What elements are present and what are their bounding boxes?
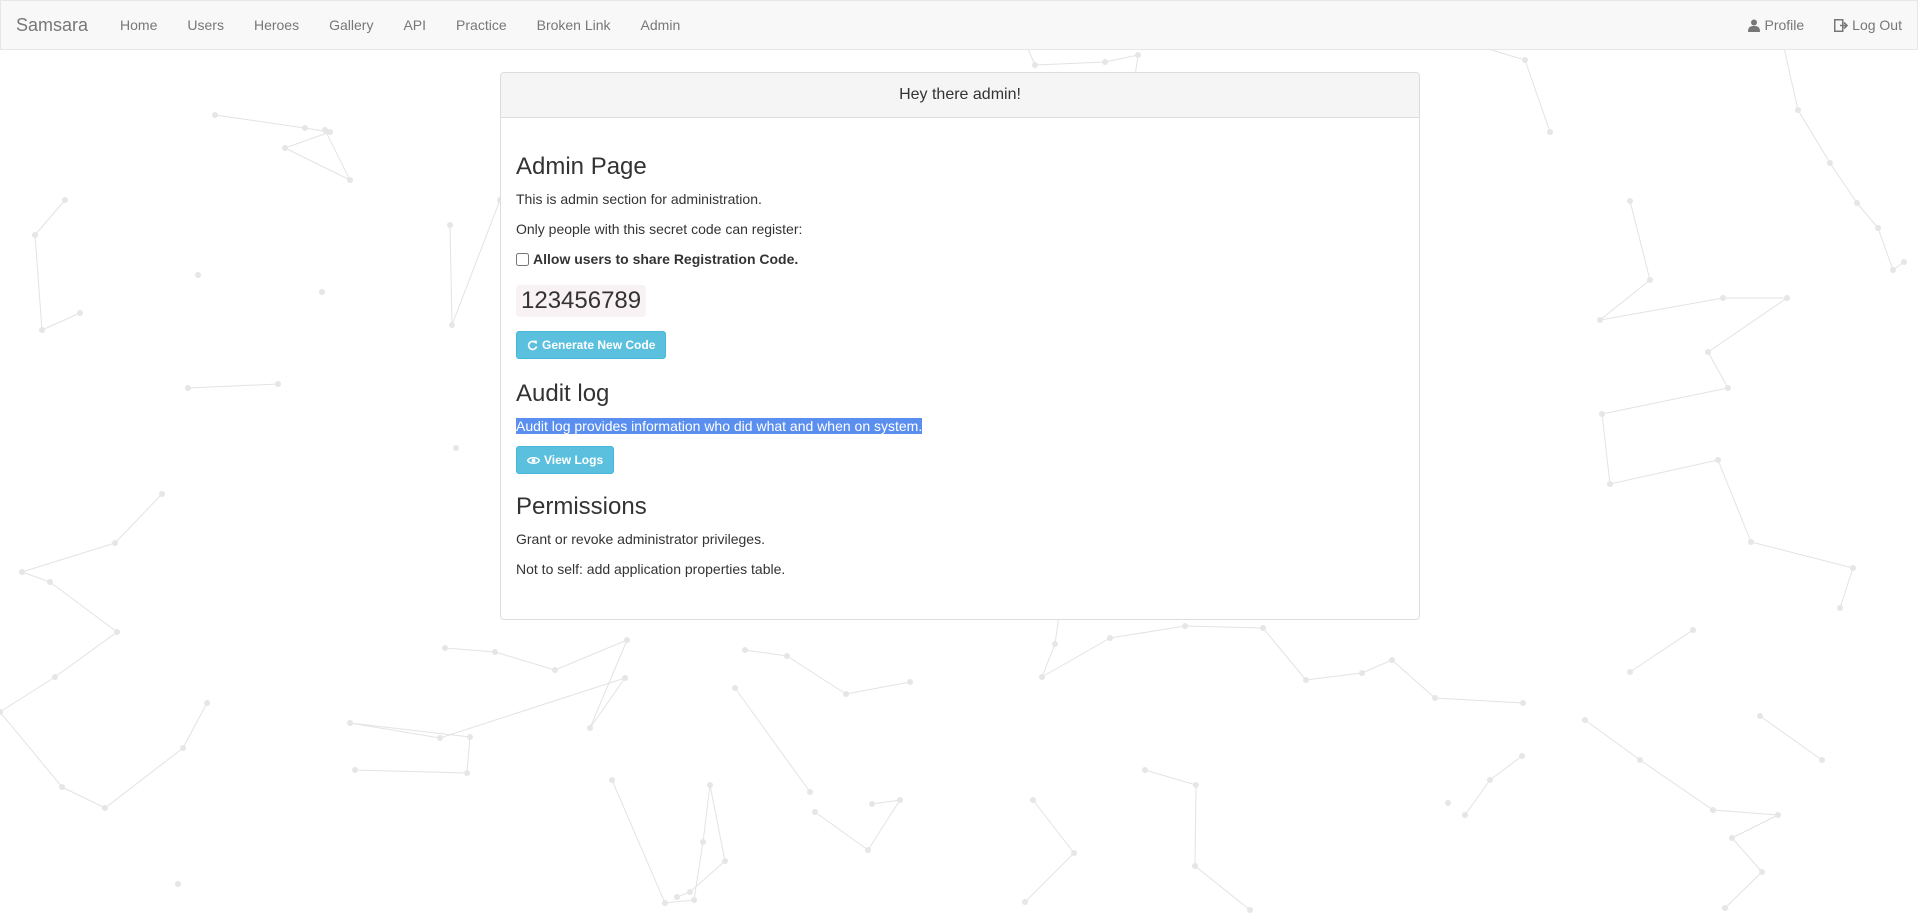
- nav-practice[interactable]: Practice: [441, 0, 522, 50]
- nav-api[interactable]: API: [388, 0, 441, 50]
- nav-broken-link[interactable]: Broken Link: [522, 0, 626, 50]
- audit-log-description: Audit log provides information who did w…: [516, 418, 923, 434]
- logout-label: Log Out: [1852, 17, 1902, 33]
- nav-heroes[interactable]: Heroes: [239, 0, 314, 50]
- share-code-label: Allow users to share Registration Code.: [533, 251, 799, 267]
- top-navbar: Samsara Home Users Heroes Gallery API Pr…: [0, 0, 1918, 50]
- profile-link[interactable]: Profile: [1733, 0, 1819, 50]
- profile-label: Profile: [1764, 17, 1805, 33]
- refresh-icon: [527, 340, 538, 350]
- permissions-note: Not to self: add application properties …: [516, 561, 786, 577]
- panel-heading: Hey there admin!: [501, 73, 1419, 118]
- nav-users[interactable]: Users: [172, 0, 239, 50]
- generate-button-label: Generate New Code: [542, 338, 656, 352]
- secret-code-note: Only people with this secret code can re…: [516, 221, 803, 237]
- permissions-title: Permissions: [516, 493, 647, 520]
- panel-body: Admin Page This is admin section for adm…: [501, 118, 1419, 579]
- nav-admin[interactable]: Admin: [626, 0, 696, 50]
- share-code-checkbox[interactable]: [516, 252, 529, 266]
- nav-home[interactable]: Home: [105, 0, 172, 50]
- admin-description: This is admin section for administration…: [516, 191, 762, 207]
- audit-log-description-row: Audit log provides information who did w…: [516, 416, 1404, 436]
- view-logs-button[interactable]: View Logs: [516, 446, 615, 474]
- user-icon: [1748, 19, 1761, 32]
- brand-logo[interactable]: Samsara: [1, 0, 103, 50]
- audit-log-title: Audit log: [516, 380, 610, 407]
- admin-page-title: Admin Page: [516, 153, 647, 180]
- share-code-option[interactable]: Allow users to share Registration Code.: [516, 249, 1404, 269]
- logout-link[interactable]: Log Out: [1819, 0, 1917, 50]
- generate-new-code-button[interactable]: Generate New Code: [516, 331, 667, 359]
- log-out-icon: [1834, 18, 1849, 32]
- nav-right-group: Profile Log Out: [1733, 0, 1917, 50]
- eye-icon: [527, 456, 540, 464]
- admin-panel: Hey there admin! Admin Page This is admi…: [500, 72, 1420, 620]
- registration-code: 123456789: [516, 285, 647, 317]
- nav-gallery[interactable]: Gallery: [314, 0, 388, 50]
- view-logs-label: View Logs: [544, 453, 604, 467]
- permissions-description: Grant or revoke administrator privileges…: [516, 531, 765, 547]
